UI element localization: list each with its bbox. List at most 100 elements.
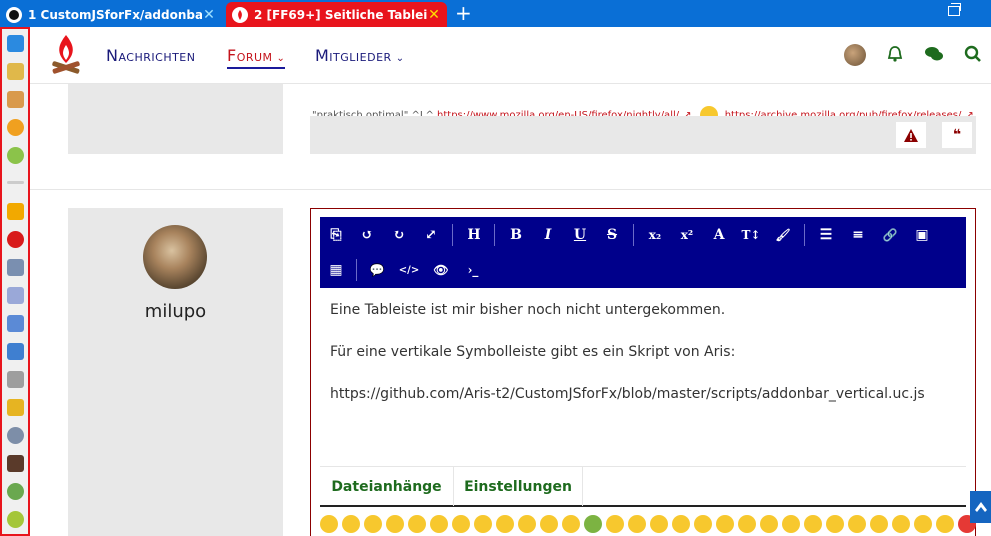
post-action-bar: ❝ — [310, 116, 976, 154]
user-avatar[interactable] — [844, 44, 866, 66]
redo-icon[interactable]: ↻ — [388, 224, 410, 246]
emoji-icon[interactable] — [870, 515, 888, 533]
report-warning-button[interactable] — [896, 122, 926, 148]
star-icon[interactable] — [7, 119, 24, 136]
content-paragraph: Eine Tableiste ist mir bisher noch nicht… — [330, 302, 726, 318]
refresh-icon[interactable] — [7, 35, 24, 52]
list-icon[interactable]: ☰ — [815, 224, 837, 246]
username[interactable]: milupo — [68, 301, 283, 322]
tab-close-icon[interactable]: ✕ — [427, 7, 441, 23]
search-icon[interactable] — [962, 43, 984, 65]
source-icon[interactable]: ⎘ — [325, 224, 347, 246]
content-paragraph: Für eine vertikale Symbolleiste gibt es … — [330, 344, 736, 360]
nav-nachrichten[interactable]: Nachrichten — [106, 46, 196, 65]
emoji-icon[interactable] — [320, 515, 338, 533]
emoji-icon[interactable] — [716, 515, 734, 533]
terminal-icon[interactable]: ›_ — [462, 259, 484, 281]
link-icon[interactable]: 🔗 — [879, 224, 901, 246]
image-icon[interactable]: ▣ — [911, 224, 933, 246]
emoji-icon[interactable] — [386, 515, 404, 533]
nav-forum-label: Forum — [227, 46, 273, 65]
emoji-icon[interactable] — [738, 515, 756, 533]
folder-icon[interactable] — [7, 63, 24, 80]
toolbar-separator — [633, 224, 634, 246]
undo-icon[interactable]: ↺ — [356, 224, 378, 246]
emoji-icon[interactable] — [342, 515, 360, 533]
italic-button[interactable]: I — [537, 224, 559, 246]
fullscreen-icon[interactable]: ⤢ — [420, 224, 442, 246]
emoji-icon[interactable] — [496, 515, 514, 533]
rich-text-editor: ⎘ ↺ ↻ ⤢ H B I U S x₂ x² A T↕ 🖌 ☰ ≡ 🔗 ▣ ▦… — [310, 208, 976, 536]
emoji-icon[interactable] — [672, 515, 690, 533]
superscript-button[interactable]: x² — [676, 224, 698, 246]
emoji-icon[interactable] — [562, 515, 580, 533]
toolbar-separator — [452, 224, 453, 246]
key-plus-icon[interactable] — [7, 399, 24, 416]
scroll-to-top-button[interactable] — [970, 491, 991, 523]
reload-red-icon[interactable] — [7, 231, 24, 248]
emoji-icon[interactable] — [694, 515, 712, 533]
emoji-icon[interactable] — [848, 515, 866, 533]
gears-icon[interactable] — [7, 259, 24, 276]
align-icon[interactable]: ≡ — [847, 224, 869, 246]
tab-dateianhaenge[interactable]: Dateianhänge — [320, 467, 454, 506]
nav-mitglieder[interactable]: Mitglieder ⌄ — [315, 46, 405, 65]
brush-icon[interactable]: 🖌 — [772, 224, 794, 246]
open-folder-icon[interactable] — [7, 343, 24, 360]
emoji-icon[interactable] — [914, 515, 932, 533]
emoji-icon[interactable] — [760, 515, 778, 533]
comment-icon[interactable]: 💬 — [366, 259, 388, 281]
window-star-icon[interactable] — [7, 315, 24, 332]
camera-icon[interactable] — [7, 455, 24, 472]
emoji-icon[interactable] — [892, 515, 910, 533]
quote-button[interactable]: ❝ — [942, 122, 972, 148]
github-icon — [6, 6, 22, 23]
emoji-icon[interactable] — [474, 515, 492, 533]
strikethrough-button[interactable]: S — [601, 224, 623, 246]
code-icon[interactable]: </> — [398, 259, 420, 281]
tab-customjsforfx[interactable]: 1 CustomJSforFx/addonbar_v ✕ — [0, 2, 222, 27]
emoji-icon[interactable] — [606, 515, 624, 533]
font-color-button[interactable]: A — [708, 224, 730, 246]
zoom-out-icon[interactable] — [7, 511, 24, 528]
emoji-icon[interactable] — [782, 515, 800, 533]
tab-einstellungen[interactable]: Einstellungen — [454, 467, 583, 506]
emoji-icon[interactable] — [650, 515, 668, 533]
emoji-icon[interactable] — [408, 515, 426, 533]
bold-button[interactable]: B — [505, 224, 527, 246]
emoji-icon[interactable] — [826, 515, 844, 533]
heading-button[interactable]: H — [463, 224, 485, 246]
emoji-icon[interactable] — [518, 515, 536, 533]
editor-content[interactable]: Eine Tableiste ist mir bisher noch nicht… — [320, 288, 966, 466]
underline-button[interactable]: U — [569, 224, 591, 246]
conversations-icon[interactable] — [923, 43, 945, 65]
new-tab-button[interactable]: + — [455, 2, 472, 24]
camp-fire-logo[interactable] — [48, 33, 84, 77]
contacts-icon[interactable] — [7, 91, 24, 108]
emoji-icon[interactable] — [628, 515, 646, 533]
font-size-button[interactable]: T↕ — [740, 224, 762, 246]
subscript-button[interactable]: x₂ — [644, 224, 666, 246]
zoom-in-icon[interactable] — [7, 483, 24, 500]
emoji-icon[interactable] — [430, 515, 448, 533]
sick-emoji-icon[interactable] — [584, 515, 602, 533]
bell-icon[interactable] — [884, 43, 906, 65]
clock-icon[interactable] — [7, 147, 24, 164]
wolf-avatar[interactable] — [143, 225, 207, 289]
restore-window-icon[interactable] — [948, 3, 961, 16]
emoji-icon[interactable] — [540, 515, 558, 533]
tab-close-icon[interactable]: ✕ — [202, 7, 216, 23]
table-icon[interactable]: ▦ — [325, 259, 347, 281]
emoji-icon[interactable] — [364, 515, 382, 533]
clock-search-icon[interactable] — [7, 427, 24, 444]
tag-icon[interactable] — [7, 287, 24, 304]
tab-seitliche-tableiste[interactable]: 2 [FF69+] Seitliche Tableiste ✕ — [226, 2, 447, 27]
nav-forum[interactable]: Forum ⌄ — [227, 46, 286, 69]
download-arrow-icon[interactable] — [7, 203, 24, 220]
emoji-icon[interactable] — [804, 515, 822, 533]
emoji-icon[interactable] — [452, 515, 470, 533]
spoiler-icon[interactable]: 👁 — [430, 259, 452, 281]
screen-icon[interactable] — [7, 371, 24, 388]
emoji-icon[interactable] — [936, 515, 954, 533]
content-paragraph: https://github.com/Aris-t2/CustomJSforFx… — [330, 386, 925, 402]
